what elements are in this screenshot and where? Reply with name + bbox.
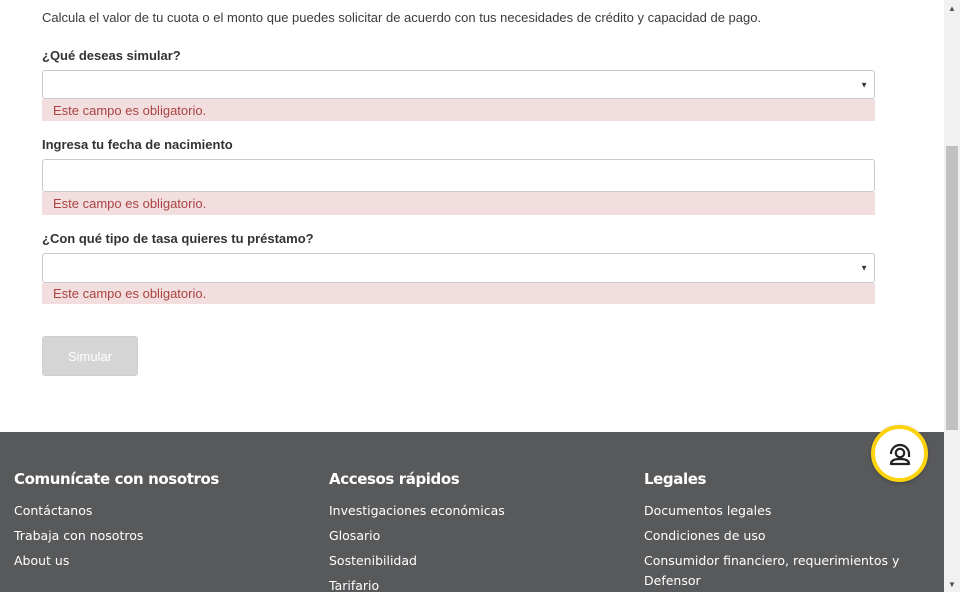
simulate-type-label: ¿Qué deseas simular?: [42, 48, 181, 63]
footer-column-title: Accesos rápidos: [329, 470, 460, 488]
simulate-button[interactable]: Simular: [42, 336, 138, 376]
rate-type-select[interactable]: ▼: [42, 253, 875, 283]
birthdate-error: Este campo es obligatorio.: [42, 192, 875, 215]
intro-text: Calcula el valor de tu cuota o el monto …: [42, 10, 762, 25]
footer-column-legal: Legales Documentos legales Condiciones d…: [644, 470, 914, 592]
chat-widget-button[interactable]: [871, 425, 928, 482]
chevron-down-icon: ▼: [860, 80, 868, 89]
footer-column-title: Comunícate con nosotros: [14, 470, 219, 488]
footer-link-sostenibilidad[interactable]: Sostenibilidad: [329, 551, 609, 571]
footer-column-title: Legales: [644, 470, 707, 488]
footer-link-tarifario[interactable]: Tarifario: [329, 576, 609, 592]
scroll-up-icon[interactable]: ▲: [944, 1, 960, 15]
site-footer: Comunícate con nosotros Contáctanos Trab…: [0, 432, 944, 592]
scrollbar-thumb[interactable]: [946, 146, 958, 430]
footer-link-trabaja[interactable]: Trabaja con nosotros: [14, 526, 294, 546]
page-scrollbar[interactable]: ▲ ▼: [944, 0, 960, 592]
rate-type-label: ¿Con qué tipo de tasa quieres tu préstam…: [42, 231, 314, 246]
rate-type-error: Este campo es obligatorio.: [42, 283, 875, 304]
footer-link-contactanos[interactable]: Contáctanos: [14, 501, 294, 521]
scroll-down-icon[interactable]: ▼: [944, 577, 960, 591]
footer-link-investigaciones[interactable]: Investigaciones económicas: [329, 501, 609, 521]
footer-column-quick-access: Accesos rápidos Investigaciones económic…: [329, 470, 609, 592]
simulate-type-error: Este campo es obligatorio.: [42, 99, 875, 121]
footer-column-contact: Comunícate con nosotros Contáctanos Trab…: [14, 470, 294, 576]
birthdate-input[interactable]: [42, 159, 875, 192]
footer-link-glosario[interactable]: Glosario: [329, 526, 609, 546]
footer-link-condiciones[interactable]: Condiciones de uso: [644, 526, 914, 546]
chat-agent-icon: [889, 443, 910, 465]
simulate-type-select[interactable]: ▼: [42, 70, 875, 99]
page-content: Calcula el valor de tu cuota o el monto …: [0, 0, 944, 592]
footer-link-about[interactable]: About us: [14, 551, 294, 571]
footer-link-consumidor[interactable]: Consumidor financiero, requerimientos y …: [644, 551, 914, 591]
birthdate-label: Ingresa tu fecha de nacimiento: [42, 137, 233, 152]
footer-link-documentos[interactable]: Documentos legales: [644, 501, 914, 521]
chevron-down-icon: ▼: [860, 263, 868, 273]
